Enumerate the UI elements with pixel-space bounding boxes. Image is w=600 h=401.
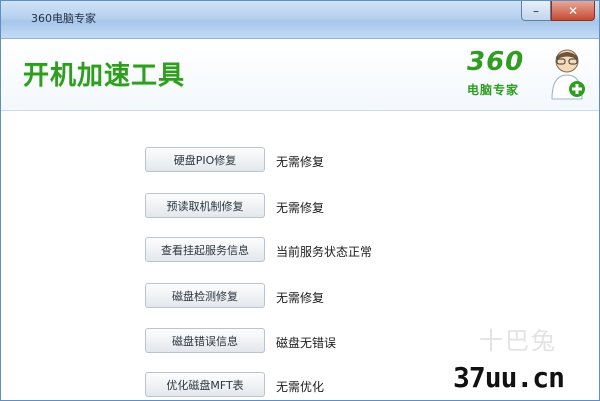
list-item: 预读取机制修复 无需修复 [1,191,599,221]
hdd-pio-repair-button[interactable]: 硬盘PIO修复 [145,147,265,172]
status-text: 无需优化 [276,380,325,394]
tool-header: 开机加速工具 360 电脑专家 [1,39,599,111]
status-text: 无需修复 [276,291,325,305]
view-pending-services-button[interactable]: 查看挂起服务信息 [145,237,265,262]
logo-360-text: 360 [467,47,525,77]
watermark-url: 37uu.cn [453,361,565,394]
app-window: 360电脑专家 – ✕ 开机加速工具 360 电脑专家 硬盘PIO修复 无需修复… [0,0,600,401]
list-item: 硬盘PIO修复 无需修复 [1,145,599,175]
repair-list: 硬盘PIO修复 无需修复 预读取机制修复 无需修复 查看挂起服务信息 当前服务状… [1,111,599,400]
status-text: 无需修复 [276,155,325,169]
page-title: 开机加速工具 [23,61,186,91]
minimize-button[interactable]: – [521,1,551,21]
doctor-mascot-icon [551,49,585,100]
brand-logo: 360 电脑专家 [467,45,587,105]
list-item: 磁盘检测修复 无需修复 [1,281,599,311]
disk-check-repair-button[interactable]: 磁盘检测修复 [145,283,265,308]
status-text: 当前服务状态正常 [276,245,373,259]
prefetch-repair-button[interactable]: 预读取机制修复 [145,193,265,218]
optimize-mft-button[interactable]: 优化磁盘MFT表 [145,372,265,397]
logo-subtext: 电脑专家 [467,83,520,97]
status-text: 磁盘无错误 [276,336,337,350]
list-item: 查看挂起服务信息 当前服务状态正常 [1,235,599,265]
status-text: 无需修复 [276,201,325,215]
close-button[interactable]: ✕ [551,1,595,21]
minimize-icon: – [533,3,539,18]
watermark-text: 十巴兔 [479,327,557,355]
title-bar[interactable]: 360电脑专家 – ✕ [1,1,599,39]
window-controls: – ✕ [521,1,595,23]
window-title: 360电脑专家 [31,12,96,25]
close-icon: ✕ [567,3,579,18]
disk-error-info-button[interactable]: 磁盘错误信息 [145,328,265,353]
